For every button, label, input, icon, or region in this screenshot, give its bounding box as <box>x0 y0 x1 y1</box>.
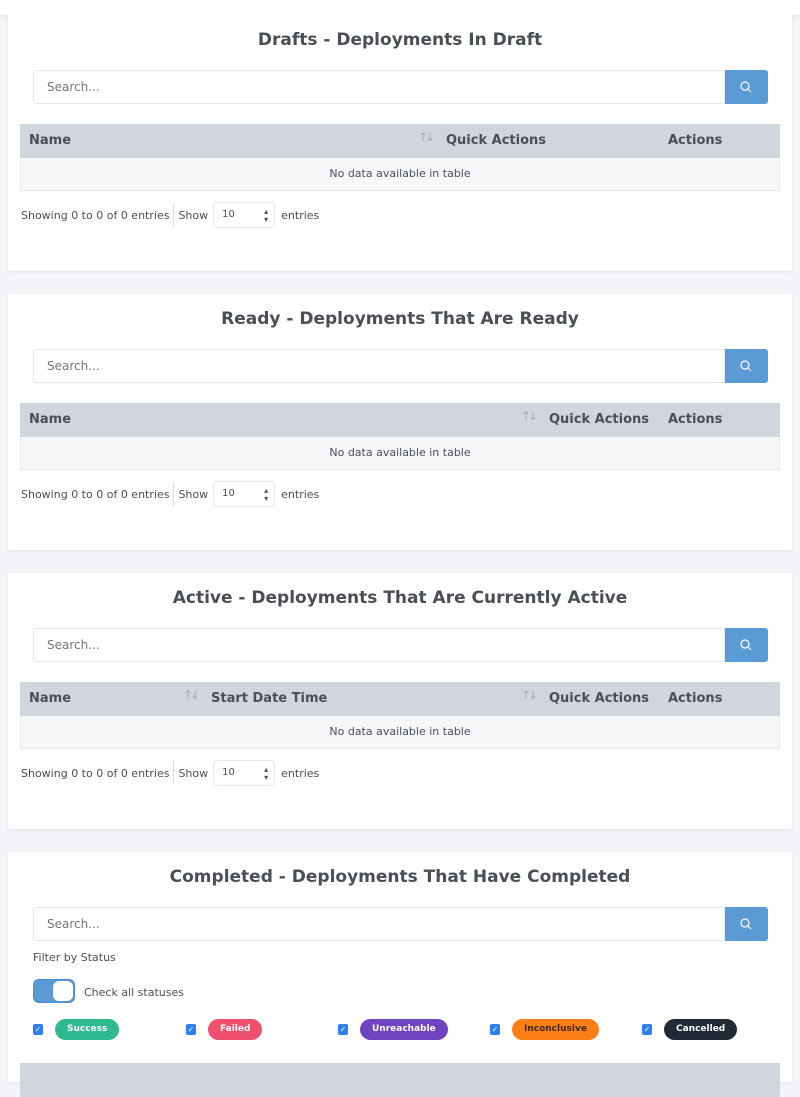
column-actions: Actions <box>668 412 723 427</box>
status-badge: Cancelled <box>664 1019 738 1040</box>
status-badge: Success <box>55 1019 120 1040</box>
search-button[interactable] <box>725 70 768 104</box>
column-quick-actions: Quick Actions <box>446 133 547 148</box>
status-badge: Inconclusive <box>512 1019 599 1040</box>
search-button[interactable] <box>725 907 768 941</box>
column-quick-actions: Quick Actions <box>549 691 650 706</box>
completed-card: Completed - Deployments That Have Comple… <box>8 852 792 1097</box>
entries-label: entries <box>281 766 320 780</box>
page-size-select[interactable]: 10 ▴ ▾ <box>213 481 276 507</box>
empty-row: No data available in table <box>20 158 780 191</box>
table-info: Showing 0 to 0 of 0 entries <box>21 766 170 780</box>
drafts-card: Drafts - Deployments In Draft Name ↑↓ Qu… <box>8 15 792 271</box>
show-label: Show <box>178 766 209 780</box>
status-filter-cancelled[interactable]: ✓ Cancelled <box>642 1019 738 1040</box>
column-name[interactable]: Name <box>29 412 71 427</box>
top-bar <box>0 0 800 15</box>
search-icon <box>740 639 752 651</box>
column-quick-actions: Quick Actions <box>549 412 650 427</box>
table-footer: Showing 0 to 0 of 0 entries Show 10 ▴ ▾ en… <box>21 760 319 786</box>
check-all-toggle[interactable] <box>33 979 75 1003</box>
section-title: Drafts - Deployments In Draft <box>257 30 543 50</box>
empty-row: No data available in table <box>20 437 780 470</box>
table-footer: Showing 0 to 0 of 0 entries Show 10 ▴ ▾ en… <box>21 481 319 507</box>
entries-label: entries <box>281 208 320 222</box>
status-filter-success[interactable]: ✓ Success <box>33 1019 120 1040</box>
checkbox[interactable]: ✓ <box>33 1024 43 1035</box>
entries-label: entries <box>281 487 320 501</box>
table-header: Name ↑↓ Start Date Time ↑↓ Quick Actions… <box>20 682 780 716</box>
search-input[interactable] <box>33 628 725 662</box>
table-info: Showing 0 to 0 of 0 entries <box>21 208 170 222</box>
sort-icon[interactable]: ↑↓ <box>521 688 538 702</box>
search-input[interactable] <box>33 70 725 104</box>
section-title: Ready - Deployments That Are Ready <box>221 309 579 329</box>
status-filter-failed[interactable]: ✓ Failed <box>186 1019 263 1040</box>
column-actions: Actions <box>668 691 723 706</box>
column-name[interactable]: Name <box>29 691 71 706</box>
status-badge: Unreachable <box>360 1019 448 1040</box>
filter-label: Filter by Status <box>33 951 116 964</box>
checkbox[interactable]: ✓ <box>186 1024 196 1035</box>
sort-icon[interactable]: ↑↓ <box>418 130 435 144</box>
search-icon <box>740 360 752 372</box>
status-filter-inconclusive[interactable]: ✓ Inconclusive <box>490 1019 599 1040</box>
sort-icon[interactable]: ↑↓ <box>521 409 538 423</box>
column-name[interactable]: Name <box>29 133 71 148</box>
search-input[interactable] <box>33 349 725 383</box>
section-title: Completed - Deployments That Have Comple… <box>169 867 631 887</box>
checkbox[interactable]: ✓ <box>338 1024 348 1035</box>
search-button[interactable] <box>725 349 768 383</box>
checkbox[interactable]: ✓ <box>490 1024 500 1035</box>
table-header <box>20 1063 780 1097</box>
status-badge: Failed <box>208 1019 263 1040</box>
search-button[interactable] <box>725 628 768 662</box>
table-header: Name ↑↓ Quick Actions Actions <box>20 403 780 437</box>
check-all-label: Check all statuses <box>84 986 184 999</box>
empty-row: No data available in table <box>20 716 780 749</box>
page-size-select[interactable]: 10 ▴ ▾ <box>213 760 276 786</box>
search-icon <box>740 918 752 930</box>
section-title: Active - Deployments That Are Currently … <box>172 588 628 608</box>
status-filter-unreachable[interactable]: ✓ Unreachable <box>338 1019 448 1040</box>
show-label: Show <box>178 208 209 222</box>
table-info: Showing 0 to 0 of 0 entries <box>21 487 170 501</box>
column-actions: Actions <box>668 133 723 148</box>
sort-icon[interactable]: ↑↓ <box>183 688 200 702</box>
show-label: Show <box>178 487 209 501</box>
table-header: Name ↑↓ Quick Actions Actions <box>20 124 780 158</box>
table-footer: Showing 0 to 0 of 0 entries Show 10 ▴ ▾ en… <box>21 202 319 228</box>
ready-card: Ready - Deployments That Are Ready Name … <box>8 294 792 550</box>
checkbox[interactable]: ✓ <box>642 1024 652 1035</box>
search-icon <box>740 81 752 93</box>
active-card: Active - Deployments That Are Currently … <box>8 573 792 829</box>
column-start-date-time[interactable]: Start Date Time <box>211 691 327 706</box>
search-input[interactable] <box>33 907 725 941</box>
page-size-select[interactable]: 10 ▴ ▾ <box>213 202 276 228</box>
